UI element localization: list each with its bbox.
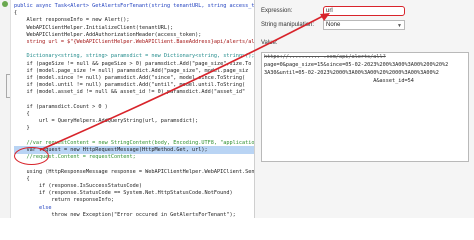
- editor-gutter: [0, 0, 11, 218]
- string-manipulation-select[interactable]: None ▼: [323, 20, 405, 30]
- value-label: Value:: [261, 40, 278, 46]
- value-text-box[interactable]: https://.......... .com/api/alerts/all? …: [261, 52, 469, 162]
- code-line[interactable]: }: [14, 124, 29, 132]
- code-line[interactable]: if (model.asset_id != null && asset_id !…: [14, 88, 245, 96]
- code-line[interactable]: public async Task<Alert> GetAlertsForTen…: [14, 2, 258, 10]
- expression-input[interactable]: url: [323, 6, 405, 16]
- url-highlight-circle: [14, 147, 49, 165]
- expression-value: url: [326, 8, 333, 14]
- code-line[interactable]: throw new Exception("Error occured in Ge…: [14, 211, 235, 218]
- if-block-bracket: [6, 74, 10, 98]
- value-line: https://.......... .com/api/alerts/all?: [264, 54, 386, 60]
- code-line[interactable]: string url = $"{WebAPIClientHelper.WebAP…: [14, 38, 260, 46]
- breakpoint-marker[interactable]: [2, 1, 8, 7]
- code-line[interactable]: url = QueryHelpers.AddQueryString(url, p…: [14, 117, 198, 125]
- value-line: A&asset_id=54: [264, 78, 414, 84]
- string-manipulation-value: None: [326, 22, 341, 28]
- code-line[interactable]: using (HttpResponseMessage response = We…: [14, 168, 257, 176]
- expression-label: Expression:: [261, 8, 293, 14]
- text-visualizer-panel: Expression: url String manipulation: Non…: [254, 0, 474, 218]
- value-line: 3A30&until=05-02-2023%2000%3A00%3A00%20%…: [264, 70, 439, 76]
- code-editor[interactable]: public async Task<Alert> GetAlertsForTen…: [0, 0, 262, 218]
- value-line: page=0&page_size=15&since=05-02-2023%200…: [264, 62, 449, 68]
- string-manipulation-label: String manipulation:: [261, 22, 315, 28]
- chevron-down-icon: ▼: [397, 23, 402, 29]
